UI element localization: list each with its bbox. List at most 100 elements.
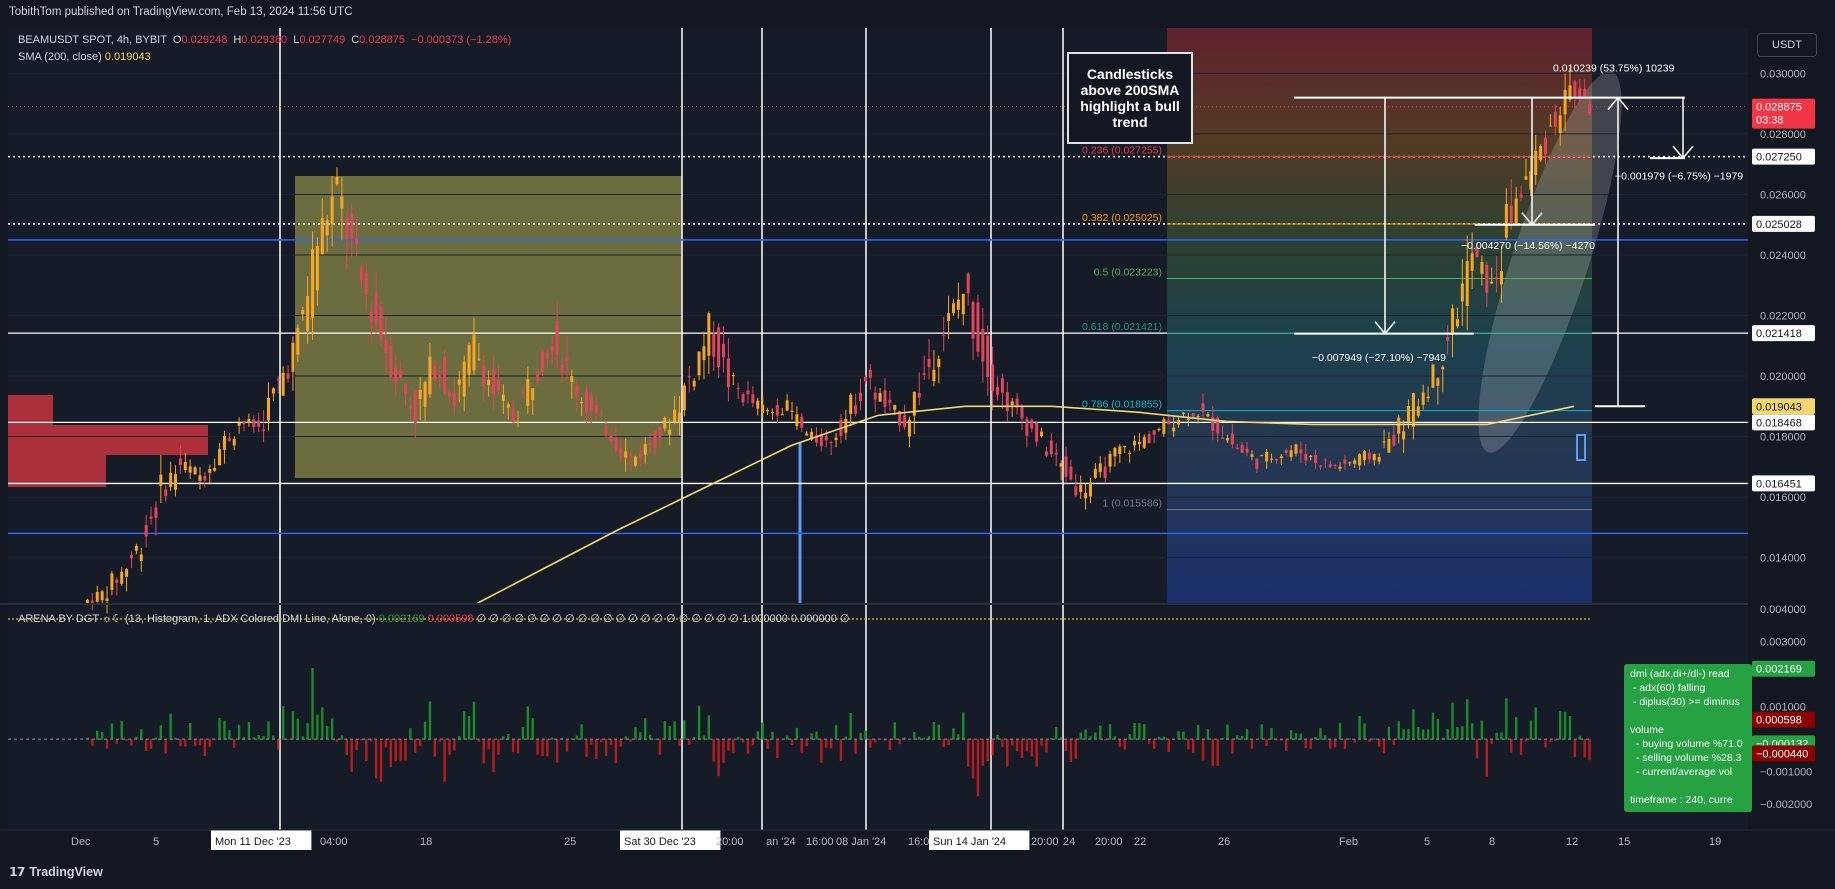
symbol-legend[interactable]: BEAMUSDT SPOT, 4h, BYBIT O0.029248 H0.029… [18, 34, 517, 46]
chart-canvas[interactable]: 0.236 (0.027255) 0.382 (0.025025) 0.5 (0.0… [0, 0, 1835, 889]
candle-body [227, 438, 231, 441]
histogram-bar [639, 732, 642, 740]
candle-body [1411, 393, 1415, 427]
candle-body [1093, 468, 1097, 478]
histogram-bar [1470, 723, 1474, 740]
candle-body [1382, 441, 1386, 443]
candle-body [350, 213, 354, 239]
candle-body [756, 400, 760, 409]
histogram-bar [350, 739, 353, 772]
candle-body [384, 340, 388, 354]
histogram-bar [414, 739, 417, 753]
histogram-bar [277, 739, 280, 750]
candle-body [824, 435, 828, 441]
indicator-legend[interactable]: ARENA BY DGT ☼☾ (13, Histogram, 1, ADX C… [18, 612, 849, 625]
candle-body [1431, 364, 1435, 388]
price-tick-label: 0.028000 [1760, 129, 1806, 141]
histogram-bar [815, 731, 818, 740]
time-tick-label: Mon 11 Dec '23 [215, 836, 291, 848]
histogram-bar [1187, 739, 1190, 750]
histogram-bar [629, 739, 632, 742]
histogram-bar [91, 739, 94, 746]
candle-body [1333, 464, 1337, 466]
histogram-bar [169, 713, 172, 740]
candle-body [198, 475, 202, 481]
candle-body [301, 310, 305, 315]
indicator-tick-label: 0.004000 [1760, 604, 1806, 616]
tradingview-brand[interactable]: 𝟭𝟳 TradingView [9, 864, 103, 879]
time-tick-label: Sun 14 Jan '24 [933, 836, 1006, 848]
candle-body [1455, 319, 1459, 327]
candle-body [413, 390, 417, 423]
level-tag: 0.021418 [1756, 328, 1802, 340]
candle-body [496, 379, 500, 391]
candle-body [800, 416, 804, 428]
candle-body [521, 391, 525, 394]
candle-body [746, 390, 750, 395]
candle-body [232, 439, 236, 446]
histogram-bar [971, 739, 975, 779]
histogram-bar [203, 739, 207, 756]
candle-body [560, 364, 564, 373]
histogram-bar [433, 739, 437, 757]
candle-body [443, 356, 447, 394]
histogram-bar [355, 739, 358, 751]
candle-body [448, 391, 452, 396]
candle-body [1128, 452, 1132, 454]
candle-body [438, 374, 442, 379]
candle-body [1289, 450, 1293, 457]
histogram-bar [1167, 739, 1170, 753]
candle-body [1304, 453, 1308, 461]
currency-button[interactable]: USDT [1757, 33, 1817, 57]
candle-body [281, 372, 285, 396]
candle-body [1367, 452, 1371, 460]
candle-body [1274, 458, 1278, 461]
histogram-bar [1529, 720, 1533, 740]
histogram-bar [1079, 732, 1082, 740]
histogram-bar [1377, 739, 1381, 747]
candle-body [668, 429, 672, 435]
candle-body [1514, 198, 1518, 225]
candle-body [1186, 418, 1190, 420]
candle-body [487, 379, 491, 385]
histogram-bar [555, 739, 559, 763]
annotation-box[interactable]: Candlesticks above 200SMA highlight a bu… [1067, 52, 1193, 144]
candle-body [1558, 115, 1562, 133]
histogram-bar [1055, 727, 1058, 740]
ohlc-low-value: 0.027749 [299, 34, 346, 46]
histogram-bar [281, 706, 285, 740]
last-price-tag: 0.028875 [1756, 102, 1802, 114]
histogram-bar [198, 739, 202, 746]
histogram-bar [1030, 739, 1033, 757]
histogram-bar [1201, 739, 1205, 761]
candle-body [805, 433, 809, 436]
candle-body [1407, 405, 1411, 422]
candle-body [834, 437, 838, 441]
candle-body [1196, 415, 1200, 417]
histogram-bar [541, 739, 544, 756]
candle-body [790, 410, 794, 412]
candle-body [374, 292, 378, 324]
histogram-bar [609, 739, 613, 745]
candle-body [85, 599, 89, 604]
candle-body [1544, 137, 1548, 155]
candle-body [1392, 434, 1396, 446]
histogram-bar [1084, 729, 1087, 740]
candle-body [526, 379, 530, 406]
histogram-bar [1162, 736, 1166, 740]
histogram-bar [668, 726, 671, 740]
candle-body [423, 382, 427, 407]
sma-legend[interactable]: SMA (200, close) 0.019043 [18, 51, 151, 63]
histogram-bar [1020, 739, 1024, 758]
candle-body [355, 238, 359, 245]
candle-body [922, 373, 926, 375]
histogram-bar [1270, 727, 1273, 740]
candle-body [1201, 403, 1205, 412]
candle-body [731, 375, 735, 377]
time-tick-label: Dec [71, 836, 91, 848]
histogram-bar [1152, 739, 1156, 749]
candle-body [1054, 452, 1058, 455]
time-tick-label: 26 [1218, 836, 1230, 848]
candle-body [550, 346, 554, 352]
histogram-bar [340, 735, 344, 740]
